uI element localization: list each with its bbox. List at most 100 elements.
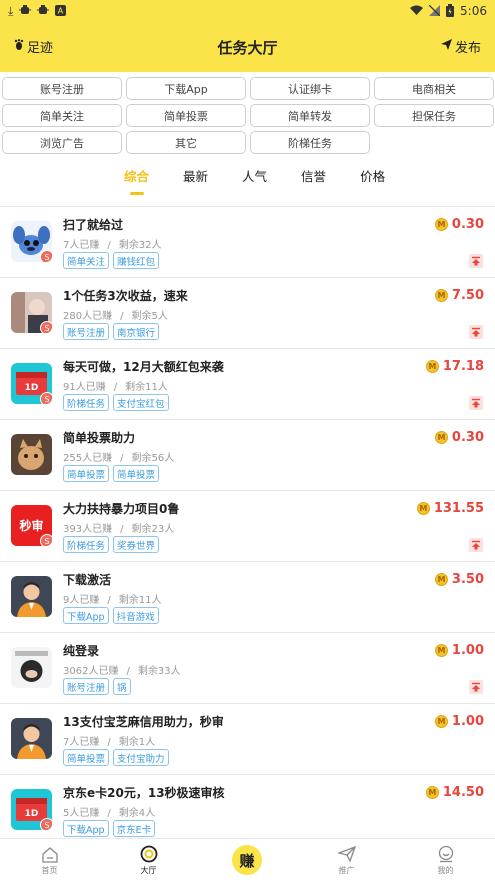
hall-icon [140,845,158,863]
task-item[interactable]: 1D S 京东e卡20元，13秒极速审核 5人已赚 / 剩余4人 下载App 京东E卡 M 14.… [0,775,495,846]
task-tag: 下载App [63,607,109,624]
tab-latest[interactable]: 最新 [183,166,208,196]
task-title: 扫了就给过 [63,218,124,232]
nav-hall[interactable]: 大厅 [99,839,198,880]
send-icon [440,39,452,54]
separator: / [107,808,111,819]
earned-count: 5人已赚 [63,808,100,819]
task-item[interactable]: 13支付宝芝麻信用助力，秒审 7人已赚 / 剩余1人 简单投票 支付宝助力 M 1.00 [0,704,495,775]
category-verify-card[interactable]: 认证绑卡 [250,77,370,100]
task-tags: 阶梯任务 支付宝红包 [63,394,169,411]
task-thumbnail: 1D S [11,789,52,830]
category-account-register[interactable]: 账号注册 [2,77,122,100]
footprint-button[interactable]: 足迹 [14,37,53,56]
home-icon [41,845,59,863]
category-ecommerce[interactable]: 电商相关 [374,77,494,100]
level-badge: S [40,250,52,262]
earn-button[interactable]: 赚 [230,843,264,877]
task-list: S 扫了就给过 7人已赚 / 剩余32人 简单关注 赚钱红包 M 0.30 S 1个任务3次收益，速… [0,207,495,846]
task-meta: 280人已赚 / 剩余5人 [63,307,168,322]
coin-icon: M [416,502,430,515]
remaining-count: 剩余56人 [131,453,175,464]
reward-amount: 0.30 [451,430,484,445]
task-reward: M 0.30 [434,430,484,445]
task-reward: M 1.00 [434,643,484,658]
bug-icon [37,4,50,18]
tab-comprehensive[interactable]: 综合 [124,166,149,196]
category-simple-forward[interactable]: 简单转发 [250,104,370,127]
task-title: 下载激活 [63,573,112,587]
coin-icon: M [425,786,439,799]
category-simple-follow[interactable]: 简单关注 [2,104,122,127]
task-tags: 账号注册 南京银行 [63,323,160,340]
task-tags: 下载App 京东E卡 [63,820,156,837]
tab-reputation[interactable]: 信誉 [301,166,326,196]
category-browse-ads[interactable]: 浏览广告 [2,131,122,154]
pin-top-icon[interactable] [469,396,483,410]
pin-top-icon[interactable] [469,254,483,268]
task-tag: 京东E卡 [112,820,156,837]
task-meta: 7人已赚 / 剩余32人 [63,236,161,251]
separator: / [120,311,124,322]
category-other[interactable]: 其它 [126,131,246,154]
separator: / [120,524,124,535]
task-title: 每天可做，12月大额红包来袭 [63,360,224,374]
category-simple-vote[interactable]: 简单投票 [126,104,246,127]
coin-icon: M [434,644,448,657]
task-item[interactable]: 秒审 S 大力扶持暴力项目0鲁 393人已赚 / 剩余23人 阶梯任务 奖券世界 M 131.55 [0,491,495,562]
svg-text:1D: 1D [25,383,39,393]
category-download-app[interactable]: 下载App [126,77,246,100]
remaining-count: 剩余11人 [118,595,162,606]
tab-price[interactable]: 价格 [360,166,385,196]
nav-promote[interactable]: 推广 [297,839,396,880]
remaining-count: 剩余33人 [137,666,181,677]
footprint-label: 足迹 [27,41,54,56]
nav-label: 大厅 [140,866,157,875]
earned-count: 7人已赚 [63,737,100,748]
earned-count: 3062人已赚 [63,666,119,677]
task-title: 京东e卡20元，13秒极速审核 [63,786,225,800]
level-badge: S [40,321,52,333]
task-meta: 3062人已赚 / 剩余33人 [63,662,181,677]
earned-count: 9人已赚 [63,595,100,606]
task-reward: M 17.18 [425,359,484,374]
level-badge: S [40,392,52,404]
earned-count: 91人已赚 [63,382,106,393]
svg-text:1D: 1D [25,809,39,819]
task-item[interactable]: 1D S 每天可做，12月大额红包来袭 91人已赚 / 剩余11人 阶梯任务 支付宝红包 M 17… [0,349,495,420]
earned-count: 255人已赚 [63,453,113,464]
task-item[interactable]: S 扫了就给过 7人已赚 / 剩余32人 简单关注 赚钱红包 M 0.30 [0,207,495,278]
nav-home[interactable]: 首页 [0,839,99,880]
publish-button[interactable]: 发布 [440,37,481,56]
nav-label: 我的 [437,866,454,875]
nav-mine[interactable]: 我的 [396,839,495,880]
task-tags: 账号注册锅 [63,678,131,695]
task-meta: 9人已赚 / 剩余11人 [63,591,161,606]
pin-top-icon[interactable] [469,538,483,552]
remaining-count: 剩余23人 [131,524,175,535]
reward-amount: 7.50 [451,288,484,303]
task-title: 大力扶持暴力项目0鲁 [63,502,180,516]
task-meta: 393人已赚 / 剩余23人 [63,520,174,535]
category-guarantee[interactable]: 担保任务 [374,104,494,127]
task-item[interactable]: 简单投票助力 255人已赚 / 剩余56人 简单投票 简单投票 M 0.30 [0,420,495,491]
tab-popular[interactable]: 人气 [242,166,267,196]
earned-count: 280人已赚 [63,311,113,322]
task-tag: 南京银行 [113,323,160,340]
task-thumbnail: S [11,221,52,262]
page-title: 任务大厅 [217,38,278,57]
a-icon: A [55,4,67,18]
remaining-count: 剩余1人 [118,737,156,748]
app-header: 足迹 任务大厅 发布 [0,22,495,72]
pin-top-icon[interactable] [469,680,483,694]
task-item[interactable]: 纯登录 3062人已赚 / 剩余33人 账号注册锅 M 1.00 [0,633,495,704]
task-item[interactable]: 下载激活 9人已赚 / 剩余11人 下载App 抖音游戏 M 3.50 [0,562,495,633]
status-bar: ⤓ A 5:06 [0,0,495,22]
bug-icon [19,4,32,18]
task-item[interactable]: S 1个任务3次收益，速来 280人已赚 / 剩余5人 账号注册 南京银行 M 7.50 [0,278,495,349]
pin-top-icon[interactable] [469,325,483,339]
category-ladder-task[interactable]: 阶梯任务 [250,131,370,154]
reward-amount: 17.18 [442,359,484,374]
task-reward: M 7.50 [434,288,484,303]
task-reward: M 131.55 [416,501,484,516]
